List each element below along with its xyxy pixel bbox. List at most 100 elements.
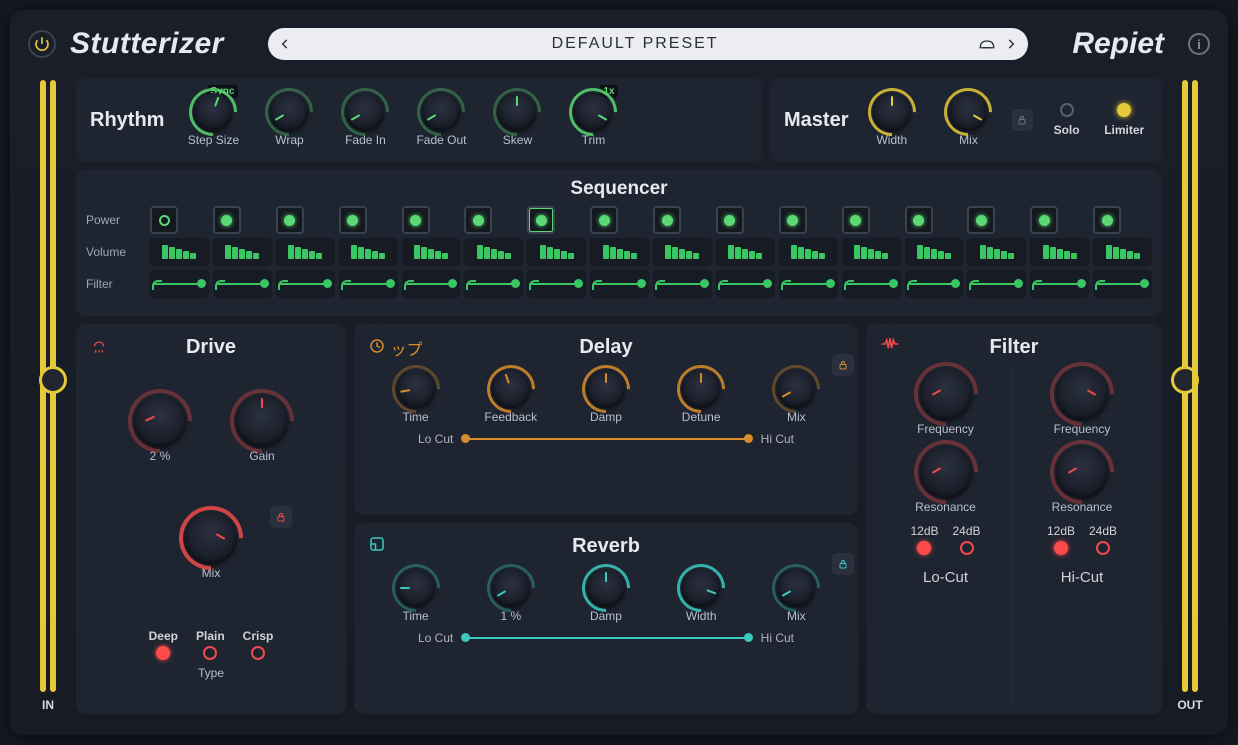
trim-knob[interactable]: 1x Trim [558, 93, 628, 147]
rhythm-title: Rhythm [90, 109, 164, 132]
seq-power-step-2[interactable] [213, 206, 241, 234]
hicut-res-knob[interactable]: Resonance [1041, 446, 1123, 514]
preset-save-icon[interactable] [978, 37, 996, 51]
skew-knob[interactable]: Skew [482, 93, 552, 147]
hicut-24db[interactable] [1096, 541, 1110, 555]
reverb-time-knob[interactable]: Time [381, 569, 451, 623]
seq-power-step-1[interactable] [150, 206, 178, 234]
seq-power-step-15[interactable] [1030, 206, 1058, 234]
seq-filter-step-12[interactable] [842, 270, 901, 298]
seq-filter-step-9[interactable] [653, 270, 712, 298]
reverb-lock-button[interactable] [832, 553, 854, 575]
seq-volume-step-1[interactable] [150, 238, 209, 266]
seq-power-step-8[interactable] [590, 206, 618, 234]
delay-time-knob[interactable]: Time [381, 370, 451, 424]
seq-power-step-11[interactable] [779, 206, 807, 234]
master-mix-knob[interactable]: Mix [935, 93, 1002, 147]
seq-power-step-10[interactable] [716, 206, 744, 234]
seq-power-step-13[interactable] [905, 206, 933, 234]
seq-filter-step-16[interactable] [1093, 270, 1152, 298]
seq-power-step-16[interactable] [1093, 206, 1121, 234]
seq-volume-step-2[interactable] [213, 238, 272, 266]
delay-detune-knob[interactable]: Detune [666, 370, 736, 424]
seq-volume-step-11[interactable] [779, 238, 838, 266]
step-size-knob[interactable]: Sync Step Size [178, 93, 248, 147]
seq-power-step-9[interactable] [653, 206, 681, 234]
info-icon[interactable]: i [1188, 33, 1210, 55]
seq-filter-step-14[interactable] [967, 270, 1026, 298]
drive-type-plain[interactable] [203, 646, 217, 660]
seq-volume-step-13[interactable] [905, 238, 964, 266]
fade-in-knob[interactable]: Fade In [330, 93, 400, 147]
seq-filter-step-13[interactable] [905, 270, 964, 298]
input-meter-right[interactable] [50, 80, 56, 692]
input-gain-handle[interactable] [39, 366, 67, 394]
seq-filter-step-11[interactable] [779, 270, 838, 298]
seq-filter-step-3[interactable] [276, 270, 335, 298]
reverb-damp-knob[interactable]: Damp [571, 569, 641, 623]
delay-damp-knob[interactable]: Damp [571, 370, 641, 424]
seq-power-step-12[interactable] [842, 206, 870, 234]
solo-led[interactable] [1060, 103, 1074, 117]
seq-volume-step-6[interactable] [464, 238, 523, 266]
seq-volume-step-5[interactable] [402, 238, 461, 266]
seq-volume-step-4[interactable] [339, 238, 398, 266]
seq-volume-step-3[interactable] [276, 238, 335, 266]
seq-filter-step-8[interactable] [590, 270, 649, 298]
hicut-freq-knob[interactable]: Frequency [1041, 368, 1123, 436]
hicut-12db[interactable] [1054, 541, 1068, 555]
drive-lock-button[interactable] [270, 506, 292, 528]
delay-cut-slider[interactable] [463, 438, 750, 440]
seq-filter-step-5[interactable] [402, 270, 461, 298]
seq-volume-step-8[interactable] [590, 238, 649, 266]
seq-power-step-14[interactable] [967, 206, 995, 234]
seq-filter-step-7[interactable] [527, 270, 586, 298]
locut-res-knob[interactable]: Resonance [905, 446, 987, 514]
reverb-cut-slider[interactable] [463, 637, 750, 639]
master-width-knob[interactable]: Width [858, 93, 925, 147]
reverb-mix-knob[interactable]: Mix [761, 569, 831, 623]
output-meter-left[interactable] [1182, 80, 1188, 692]
seq-power-step-4[interactable] [339, 206, 367, 234]
delay-feedback-knob[interactable]: Feedback [476, 370, 546, 424]
limiter-led[interactable] [1117, 103, 1131, 117]
seq-volume-step-14[interactable] [967, 238, 1026, 266]
seq-power-step-5[interactable] [402, 206, 430, 234]
drive-gain-knob[interactable]: Gain [221, 395, 303, 463]
seq-filter-step-15[interactable] [1030, 270, 1089, 298]
sequencer-panel: Sequencer PowerVolumeFilter [76, 170, 1162, 316]
delay-panel: ップ Delay Time Feedback Damp Detune Mix [354, 324, 858, 515]
delay-lock-button[interactable] [832, 354, 854, 376]
seq-volume-step-16[interactable] [1093, 238, 1152, 266]
fade-out-knob[interactable]: Fade Out [406, 93, 476, 147]
seq-filter-step-6[interactable] [464, 270, 523, 298]
reverb-locut-label: Lo Cut [418, 631, 453, 645]
seq-volume-step-15[interactable] [1030, 238, 1089, 266]
seq-power-step-6[interactable] [464, 206, 492, 234]
drive-mix-knob[interactable]: Mix [170, 512, 252, 580]
seq-volume-step-7[interactable] [527, 238, 586, 266]
seq-filter-step-1[interactable] [150, 270, 209, 298]
seq-filter-step-10[interactable] [716, 270, 775, 298]
preset-prev-button[interactable] [278, 37, 292, 51]
seq-power-step-7[interactable] [527, 206, 555, 234]
seq-volume-step-12[interactable] [842, 238, 901, 266]
locut-24db[interactable] [960, 541, 974, 555]
reverb-pct-knob[interactable]: 1 % [476, 569, 546, 623]
power-button[interactable] [28, 30, 56, 58]
preset-next-button[interactable] [1004, 37, 1018, 51]
seq-volume-step-9[interactable] [653, 238, 712, 266]
seq-filter-step-4[interactable] [339, 270, 398, 298]
reverb-width-knob[interactable]: Width [666, 569, 736, 623]
locut-freq-knob[interactable]: Frequency [905, 368, 987, 436]
seq-filter-step-2[interactable] [213, 270, 272, 298]
master-lock-button[interactable] [1012, 109, 1033, 131]
locut-12db[interactable] [917, 541, 931, 555]
seq-power-step-3[interactable] [276, 206, 304, 234]
drive-amount-knob[interactable]: 2 % [119, 395, 201, 463]
drive-type-crisp[interactable] [251, 646, 265, 660]
drive-type-deep[interactable] [156, 646, 170, 660]
wrap-knob[interactable]: Wrap [254, 93, 324, 147]
delay-mix-knob[interactable]: Mix [761, 370, 831, 424]
seq-volume-step-10[interactable] [716, 238, 775, 266]
